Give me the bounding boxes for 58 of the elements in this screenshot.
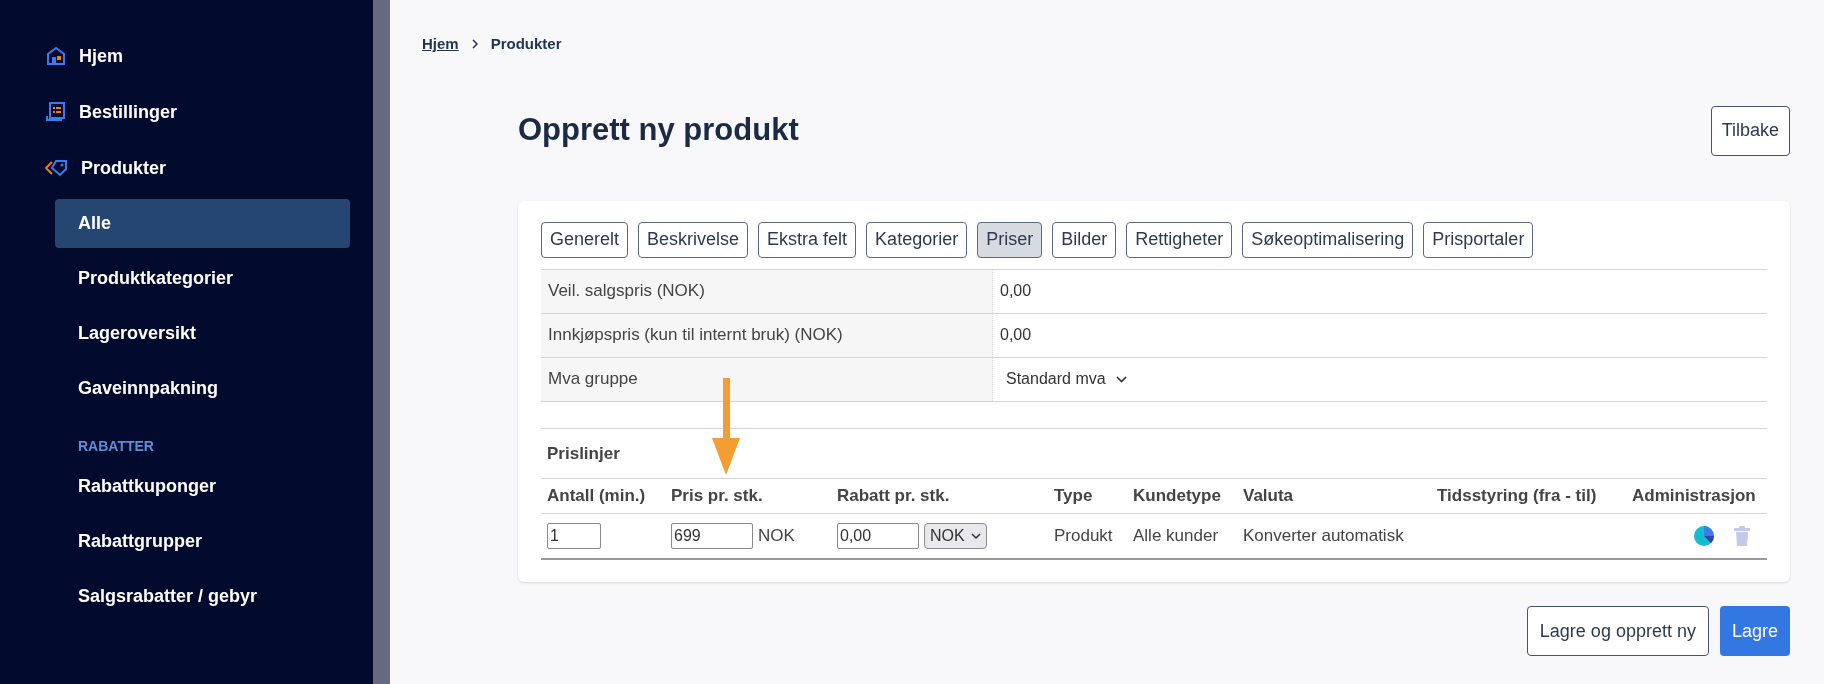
nav-item[interactable]: Gaveinnpakning [55, 364, 350, 413]
column-header: Kundetype [1133, 486, 1221, 506]
chevron-right-icon [470, 39, 479, 50]
tab[interactable]: Bilder [1052, 221, 1117, 258]
pie-chart-icon[interactable] [1694, 526, 1714, 546]
field-label: Veil. salgspris (NOK) [548, 280, 705, 303]
table-cell: Konverter automatisk [1243, 526, 1404, 546]
breadcrumb-current: Produkter [490, 34, 562, 54]
tab[interactable]: Søkeoptimalisering [1242, 221, 1414, 258]
section-heading: RABATTER [78, 437, 154, 456]
discount-field[interactable]: 0,00 [837, 523, 919, 549]
nav-item[interactable]: Rabattkuponger [55, 462, 350, 511]
quantity-field[interactable]: 1 [547, 523, 601, 549]
column-header: Valuta [1243, 486, 1294, 506]
tab[interactable]: Generelt [541, 221, 629, 258]
receipt-icon [45, 101, 67, 123]
nav-item[interactable]: Salgsrabatter / gebyr [55, 572, 350, 621]
tab[interactable]: Ekstra felt [758, 221, 857, 258]
column-header: Type [1054, 486, 1093, 506]
field-label: Mva gruppe [548, 368, 638, 391]
tab[interactable]: Priser [977, 221, 1043, 258]
nav-item[interactable]: Lageroversikt [55, 309, 350, 358]
column-header: Rabatt pr. stk. [837, 486, 950, 506]
column-header: Tidsstyring (fra - til) [1437, 486, 1597, 506]
tab[interactable]: Rettigheter [1126, 221, 1233, 258]
save-and-new-button[interactable]: Lagre og opprett ny [1526, 606, 1709, 656]
trash-icon[interactable] [1734, 526, 1750, 546]
nav-item[interactable]: Produkter [45, 143, 167, 193]
tab[interactable]: Prisportaler [1423, 221, 1534, 258]
nav-item[interactable]: Hjem [45, 31, 123, 81]
field-value[interactable]: 0,00 [1000, 279, 1032, 303]
save-button[interactable]: Lagre [1719, 606, 1790, 656]
tab[interactable]: Kategorier [866, 221, 968, 258]
nav-item[interactable]: Produktkategorier [55, 254, 350, 303]
nav-item[interactable]: Bestillinger [45, 87, 178, 137]
breadcrumb-link[interactable]: Hjem [422, 33, 459, 56]
select-field[interactable]: Standard mva [1000, 367, 1133, 391]
table-cell: Alle kunder [1133, 526, 1219, 546]
column-header: Antall (min.) [547, 486, 646, 506]
scrollbar[interactable] [373, 0, 390, 684]
tab[interactable]: Beskrivelse [638, 221, 749, 258]
field-label: Innkjøpspris (kun til internt bruk) (NOK) [548, 324, 843, 347]
section-title: Prislinjer [546, 442, 621, 465]
nav-item[interactable]: Rabattgrupper [55, 517, 350, 566]
currency-select[interactable]: NOK [924, 523, 987, 549]
chevron-down-icon [1115, 375, 1127, 383]
house-icon [45, 45, 67, 67]
back-button[interactable]: Tilbake [1710, 105, 1790, 156]
column-header: Pris pr. stk. [671, 486, 763, 506]
chevron-down-icon [970, 533, 981, 539]
price-field[interactable]: 699 [671, 523, 753, 549]
field-value[interactable]: 0,00 [1000, 323, 1032, 347]
tag-icon [45, 157, 69, 179]
currency-label: NOK [758, 525, 795, 548]
page-title: Opprett ny produkt [518, 111, 799, 150]
column-header: Administrasjon [1632, 486, 1756, 506]
nav-item[interactable]: Alle [55, 199, 350, 248]
table-cell: Produkt [1054, 526, 1113, 546]
